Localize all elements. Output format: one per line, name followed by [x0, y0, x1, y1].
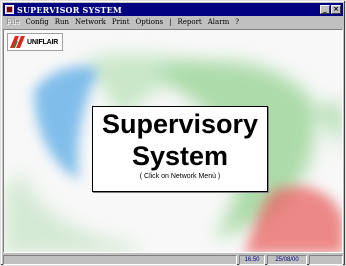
splash-title-line1: Supervisory: [101, 109, 259, 139]
menu-help[interactable]: ?: [232, 18, 242, 26]
splash-hint: ( Click on Network Menù ): [139, 173, 221, 180]
main-window: SUPERVISOR SYSTEM _ × File Config Run Ne…: [0, 0, 346, 266]
client-area: UNIFLAIR Supervisory System ( Click on N…: [3, 29, 343, 253]
splash-title-line2: System: [131, 141, 229, 171]
close-button[interactable]: ×: [331, 5, 341, 14]
menu-print[interactable]: Print: [109, 18, 133, 26]
menu-network[interactable]: Network: [72, 18, 109, 26]
menu-report[interactable]: Report: [174, 18, 204, 26]
status-time: 16.50: [239, 255, 265, 265]
menu-options[interactable]: Options: [133, 18, 167, 26]
status-date: 25/08/00: [267, 255, 307, 265]
title-bar[interactable]: SUPERVISOR SYSTEM _ ×: [3, 3, 343, 16]
menu-bar: File Config Run Network Print Options | …: [3, 16, 343, 28]
menu-config[interactable]: Config: [22, 18, 51, 26]
menu-run[interactable]: Run: [52, 18, 72, 26]
status-bar: 16.50 25/08/00: [3, 255, 343, 265]
app-icon[interactable]: [5, 5, 14, 14]
menu-alarm[interactable]: Alarm: [205, 18, 232, 26]
menu-separator: |: [169, 18, 172, 26]
uniflair-logo-mark-icon: [10, 36, 25, 48]
menu-file[interactable]: File: [3, 18, 22, 26]
window-title: SUPERVISOR SYSTEM: [17, 4, 122, 15]
uniflair-logo: UNIFLAIR: [7, 33, 63, 51]
status-message-pane: [3, 255, 237, 265]
splash-panel: Supervisory System ( Click on Network Me…: [92, 106, 268, 192]
logo-text: UNIFLAIR: [27, 38, 59, 46]
minimize-button[interactable]: _: [320, 5, 330, 14]
status-extra-pane: [309, 255, 343, 265]
